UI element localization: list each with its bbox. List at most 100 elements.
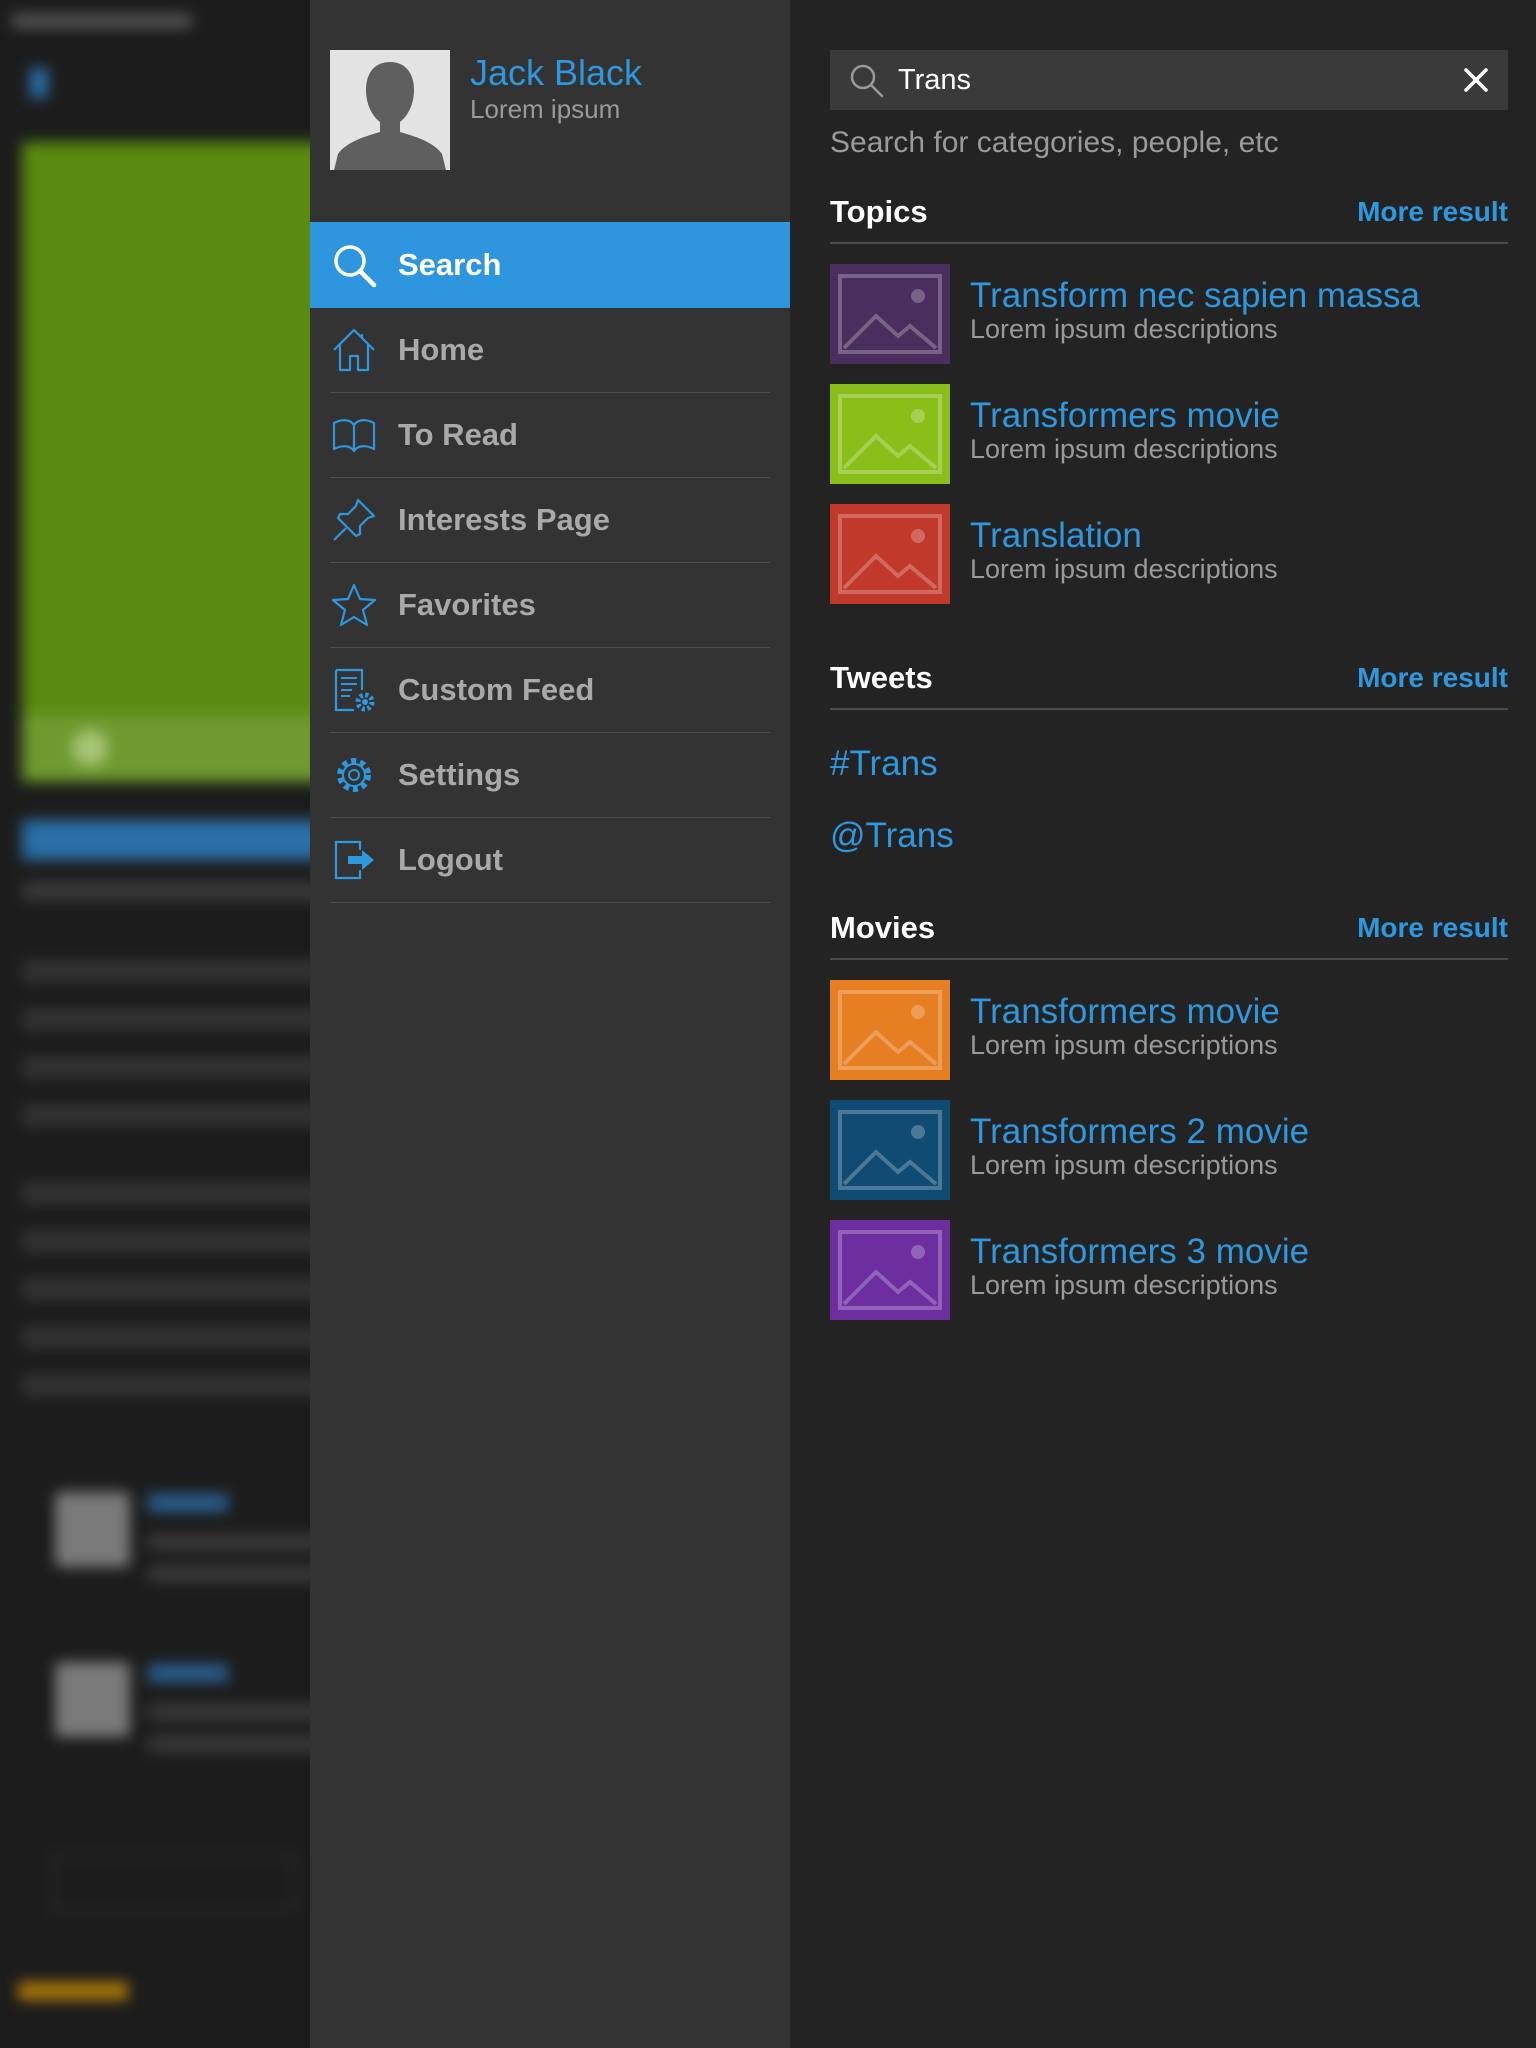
status-bar: [12, 14, 192, 28]
nav-item-custom-feed[interactable]: Custom Feed: [330, 648, 770, 733]
star-icon: [330, 581, 378, 629]
nav-item-label: Settings: [398, 757, 521, 792]
search-icon: [330, 241, 378, 289]
list-item-description: Lorem ipsum descriptions: [970, 314, 1278, 344]
clear-search-icon[interactable]: [1456, 60, 1496, 100]
hashtag-link[interactable]: #Trans: [830, 744, 938, 784]
section-header: Topics More result: [830, 188, 1508, 244]
search-icon: [850, 64, 884, 98]
section-header: Tweets More result: [830, 654, 1508, 710]
image-icon: [830, 384, 950, 484]
search-hint: Search for categories, people, etc: [830, 126, 1279, 159]
search-input[interactable]: [898, 54, 1456, 106]
navigation-drawer: Jack Black Lorem ipsum Search Home To Re…: [310, 0, 790, 2048]
logout-icon: [330, 836, 378, 884]
more-result-link[interactable]: More result: [1357, 196, 1508, 228]
more-result-link[interactable]: More result: [1357, 662, 1508, 694]
background-footer-tag: [18, 1982, 128, 2000]
list-item-title: Transformers movie: [970, 396, 1280, 435]
background-hero-image: [22, 142, 310, 782]
user-name[interactable]: Jack Black: [470, 52, 642, 94]
section-title: Topics: [830, 194, 928, 229]
nav-item-logout[interactable]: Logout: [330, 818, 770, 903]
list-item[interactable]: Translation Lorem ipsum descriptions: [830, 504, 1508, 604]
nav-item-label: Custom Feed: [398, 672, 595, 707]
list-item[interactable]: Transform nec sapien massa Lorem ipsum d…: [830, 264, 1508, 364]
background-comment-avatar: [55, 1662, 130, 1737]
nav-item-search[interactable]: Search: [310, 222, 790, 308]
background-comment-text: [148, 1736, 310, 1752]
user-silhouette-icon: [330, 50, 450, 170]
search-bar: [830, 50, 1508, 110]
background-comment-author: [148, 1494, 228, 1512]
list-item-title: Transformers movie: [970, 992, 1280, 1031]
section-title: Tweets: [830, 660, 933, 695]
list-item[interactable]: Transformers 2 movie Lorem ipsum descrip…: [830, 1100, 1508, 1200]
section-title: Movies: [830, 910, 936, 945]
mention-link[interactable]: @Trans: [830, 816, 954, 856]
list-item-description: Lorem ipsum descriptions: [970, 1150, 1278, 1180]
background-hero-bar: [22, 715, 310, 781]
list-item-title: Transformers 2 movie: [970, 1112, 1310, 1151]
background-paragraph-line: [22, 1278, 310, 1300]
nav-item-label: Search: [398, 247, 502, 282]
search-panel: Search for categories, people, etc Topic…: [790, 0, 1536, 2048]
background-paragraph-line: [22, 1056, 310, 1078]
list-item[interactable]: Transformers 3 movie Lorem ipsum descrip…: [830, 1220, 1508, 1320]
list-item-description: Lorem ipsum descriptions: [970, 434, 1278, 464]
background-comment-avatar: [55, 1492, 130, 1567]
list-item-description: Lorem ipsum descriptions: [970, 554, 1278, 584]
nav-item-label: Interests Page: [398, 502, 610, 537]
nav-item-favorites[interactable]: Favorites: [330, 563, 770, 648]
list-item-description: Lorem ipsum descriptions: [970, 1030, 1278, 1060]
background-comment-text: [148, 1534, 310, 1550]
book-icon: [330, 411, 378, 459]
gear-icon: [330, 751, 378, 799]
image-icon: [830, 1220, 950, 1320]
list-item-title: Transformers 3 movie: [970, 1232, 1310, 1271]
list-item[interactable]: Transformers movie Lorem ipsum descripti…: [830, 384, 1508, 484]
nav-item-home[interactable]: Home: [330, 308, 770, 393]
image-icon: [830, 504, 950, 604]
list-item-title: Translation: [970, 516, 1142, 555]
background-play-icon: [72, 730, 108, 766]
avatar[interactable]: [330, 50, 450, 170]
background-menu-icon: [30, 68, 48, 98]
background-paragraph-line: [22, 1230, 310, 1252]
background-comment-text: [148, 1566, 310, 1582]
user-subtitle: Lorem ipsum: [470, 94, 621, 124]
movies-section: Movies More result Transformers movie Lo…: [830, 904, 1508, 1320]
background-paragraph-line: [22, 1104, 310, 1126]
nav-item-label: Home: [398, 332, 485, 367]
nav-menu: Search Home To Read Interests Page Favor…: [310, 222, 790, 903]
background-comment-input: [52, 1856, 296, 1910]
home-icon: [330, 326, 378, 374]
nav-item-settings[interactable]: Settings: [330, 733, 770, 818]
nav-item-label: Favorites: [398, 587, 536, 622]
tweets-section: Tweets More result #Trans @Trans: [830, 654, 1508, 855]
background-comment-text: [148, 1704, 310, 1720]
background-comment-author: [148, 1664, 228, 1682]
nav-item-label: Logout: [398, 842, 504, 877]
list-item-description: Lorem ipsum descriptions: [970, 1270, 1278, 1300]
list-item[interactable]: Transformers movie Lorem ipsum descripti…: [830, 980, 1508, 1080]
more-result-link[interactable]: More result: [1357, 912, 1508, 944]
background-article-meta: [22, 882, 310, 900]
nav-item-interests-page[interactable]: Interests Page: [330, 478, 770, 563]
image-icon: [830, 264, 950, 364]
background-paragraph-line: [22, 960, 310, 982]
background-paragraph-line: [22, 1182, 310, 1204]
image-icon: [830, 980, 950, 1080]
pin-icon: [330, 496, 378, 544]
list-item-title: Transform nec sapien massa: [970, 276, 1420, 315]
nav-item-label: To Read: [398, 417, 518, 452]
nav-item-to-read[interactable]: To Read: [330, 393, 770, 478]
topics-section: Topics More result Transform nec sapien …: [830, 188, 1508, 604]
background-paragraph-line: [22, 1008, 310, 1030]
image-icon: [830, 1100, 950, 1200]
background-article-title: [22, 820, 310, 860]
feed-settings-icon: [330, 666, 378, 714]
background-content: [0, 0, 310, 2048]
background-paragraph-line: [22, 1374, 310, 1396]
background-paragraph-line: [22, 1326, 310, 1348]
